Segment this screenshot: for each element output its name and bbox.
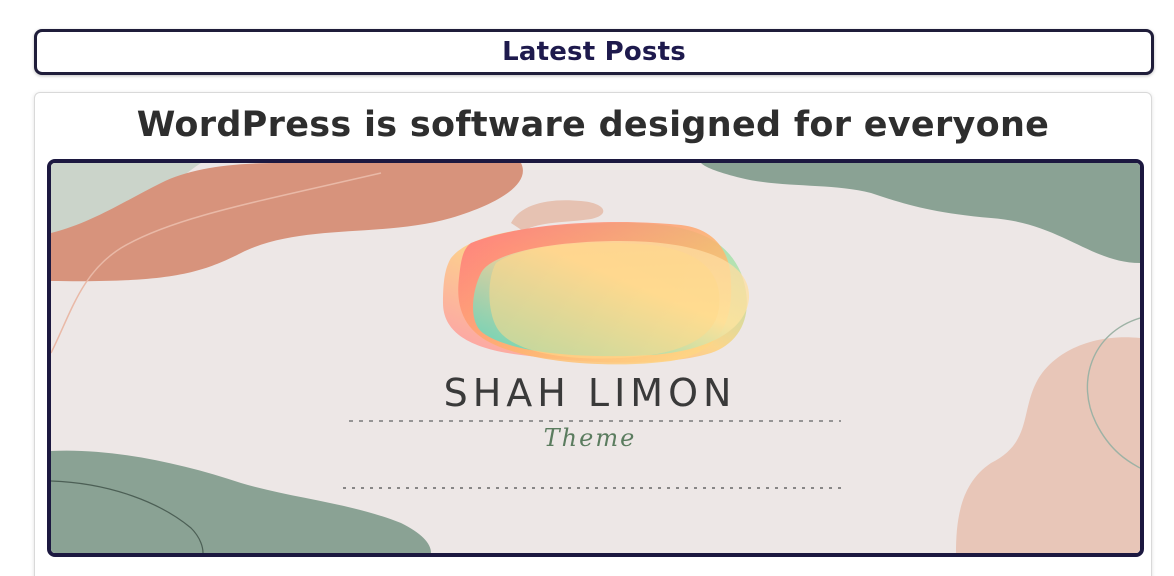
post-card: WordPress is software designed for every… [34, 92, 1152, 576]
logo-mark [443, 222, 750, 365]
post-title[interactable]: WordPress is software designed for every… [35, 105, 1151, 145]
latest-posts-header: Latest Posts [34, 29, 1154, 75]
brand-text: SHAH LIMON [444, 371, 737, 415]
tagline-text: Theme [544, 424, 637, 452]
post-thumbnail[interactable]: SHAH LIMON Theme [47, 159, 1144, 557]
section-title: Latest Posts [502, 37, 686, 67]
